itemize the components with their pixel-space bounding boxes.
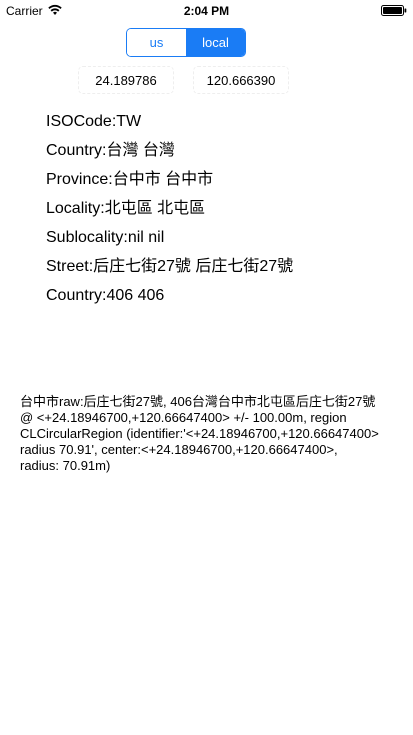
- raw-placemark-description: 台中市raw:后庄七街27號, 406台灣台中市北屯區后庄七街27號 @ <+2…: [20, 394, 379, 473]
- longitude-field[interactable]: [193, 66, 289, 94]
- postal-code-label: Country:406 406: [46, 287, 165, 304]
- province-label: Province:台中市 台中市: [46, 171, 214, 188]
- locality-label: Locality:北屯區 北屯區: [46, 200, 206, 217]
- status-time: 2:04 PM: [183, 4, 230, 18]
- placemark-info: ISOCode:TW Country:台灣 台灣 Province:台中市 台中…: [46, 111, 406, 314]
- country-label: Country:台灣 台灣: [46, 142, 175, 159]
- us-local-segmented-control[interactable]: us local: [126, 28, 246, 57]
- street-label: Street:后庄七街27號 后庄七街27號: [46, 258, 294, 275]
- latitude-field[interactable]: [78, 66, 174, 94]
- status-bar: Carrier 2:04 PM: [0, 0, 413, 22]
- battery-icon: [381, 5, 407, 16]
- iso-code-label: ISOCode:TW: [46, 113, 142, 130]
- segment-local[interactable]: local: [186, 29, 245, 56]
- segment-us[interactable]: us: [127, 29, 186, 56]
- sublocality-label: Sublocality:nil nil: [46, 229, 165, 246]
